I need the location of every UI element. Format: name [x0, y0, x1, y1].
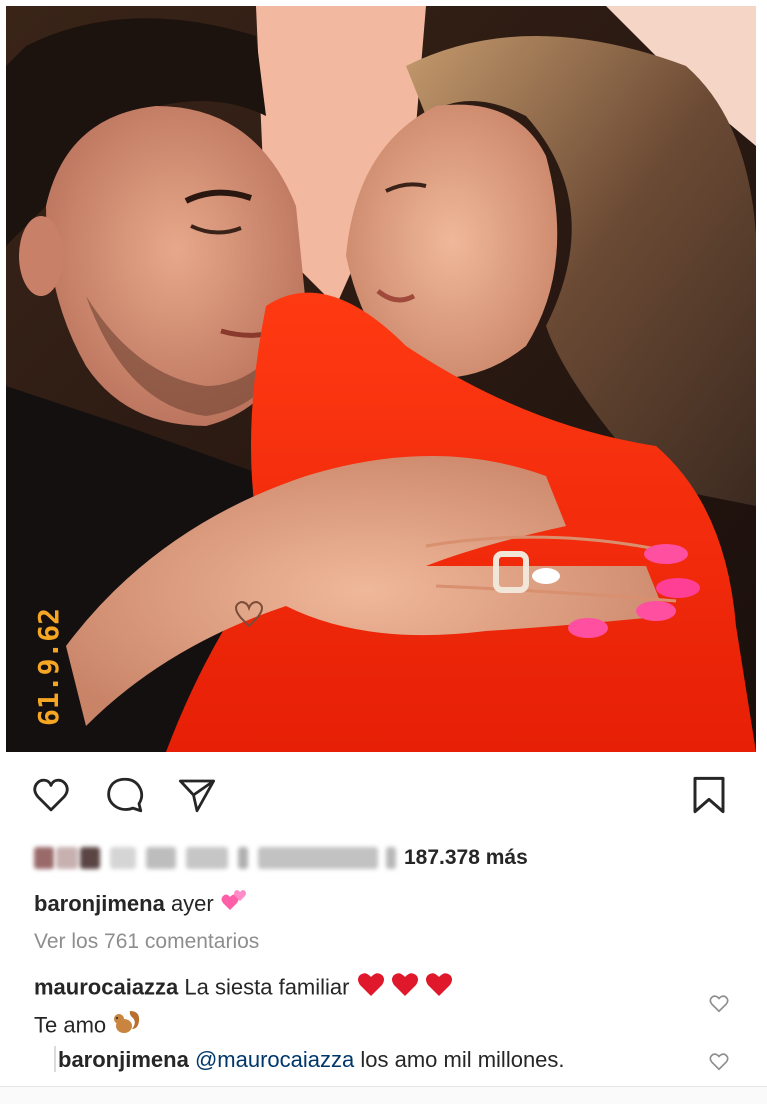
likes-row[interactable]: 187.378 más — [34, 838, 734, 878]
caption-username[interactable]: baronjimena — [34, 891, 165, 916]
bottom-bar-edge — [0, 1087, 767, 1104]
post-caption: baronjimena ayer — [34, 888, 248, 922]
heart-outline-icon[interactable] — [30, 774, 72, 816]
squirrel-emoji — [112, 1007, 142, 1046]
comment-reply: baronjimena @maurocaiazza los amo mil mi… — [58, 1044, 565, 1076]
reply-text: los amo mil millones. — [360, 1047, 565, 1072]
comment-text-line2: Te amo — [34, 1012, 107, 1038]
comment-bubble-icon[interactable] — [104, 774, 146, 816]
blurred-likers — [34, 847, 396, 869]
reply-like-heart-icon[interactable] — [708, 1050, 730, 1072]
view-all-comments-link[interactable]: Ver los 761 comentarios — [34, 930, 259, 954]
comment: maurocaiazza La siesta familiar Te amo — [34, 970, 674, 1046]
comment-username[interactable]: maurocaiazza — [34, 974, 178, 999]
comment-text: La siesta familiar — [184, 974, 350, 1000]
post-action-bar — [0, 766, 767, 826]
caption-text: ayer — [170, 890, 214, 916]
comment-like-heart-icon[interactable] — [708, 992, 730, 1014]
reply-username[interactable]: baronjimena — [58, 1047, 189, 1072]
likes-count[interactable]: 187.378 más — [404, 846, 528, 870]
bookmark-icon[interactable] — [688, 774, 730, 816]
red-heart-emoji — [356, 970, 452, 1007]
paper-plane-icon[interactable] — [176, 774, 218, 816]
post-photo[interactable]: 61.9.62 — [6, 6, 756, 752]
reply-indent-line — [54, 1046, 56, 1072]
photo-date-stamp: 61.9.62 — [32, 608, 65, 726]
two-hearts-emoji — [220, 888, 248, 922]
post-photo-illustration: 61.9.62 — [6, 6, 756, 752]
reply-mention-link[interactable]: @maurocaiazza — [195, 1047, 354, 1072]
